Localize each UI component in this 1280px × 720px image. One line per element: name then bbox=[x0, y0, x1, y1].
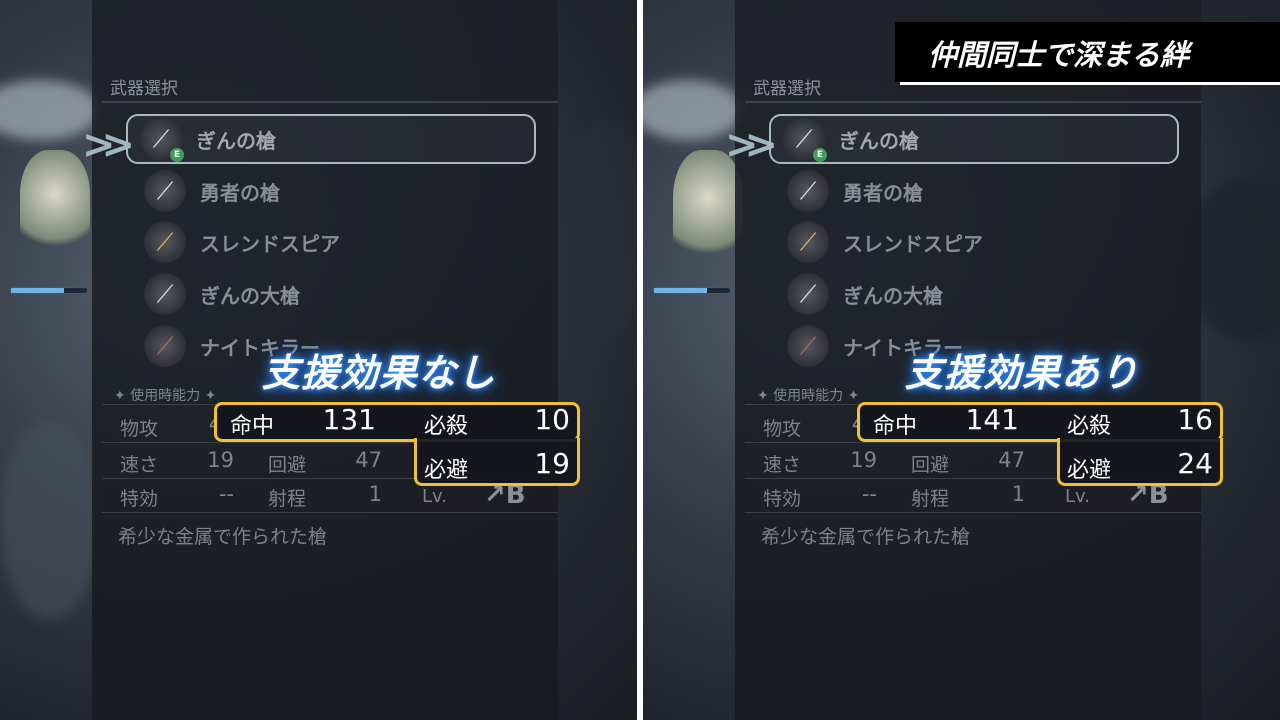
menu-title-divider bbox=[745, 101, 1201, 103]
crit-label: 必殺 bbox=[424, 414, 469, 439]
weapon-item-slender-spear[interactable]: ⟋ スレンドスピア bbox=[132, 218, 532, 266]
avo-label: 回避 bbox=[268, 454, 307, 476]
lv-label: Lv. bbox=[1065, 486, 1091, 507]
weapon-name: スレンドスピア bbox=[200, 231, 340, 256]
selection-cursor-icon: >> bbox=[82, 122, 135, 168]
capability-header: ✦ 使用時能力 ✦ bbox=[114, 388, 217, 404]
avo-value: 47 bbox=[355, 448, 382, 472]
spd-label: 速さ bbox=[120, 454, 159, 476]
dodge-label: 必避 bbox=[1067, 458, 1112, 483]
eff-label: 特効 bbox=[763, 488, 802, 510]
spd-value: 19 bbox=[207, 448, 234, 472]
capability-header: ✦ 使用時能力 ✦ bbox=[757, 388, 860, 404]
atk-label: 物攻 bbox=[763, 418, 802, 440]
gold-spear-icon: ⟋ bbox=[787, 221, 829, 263]
avo-value: 47 bbox=[998, 448, 1025, 472]
corner-caption-text: 仲間同士で深まる絆 bbox=[928, 38, 1190, 72]
dodge-label: 必避 bbox=[424, 458, 469, 483]
hit-value: 131 bbox=[322, 403, 376, 436]
menu-title: 武器選択 bbox=[110, 79, 178, 99]
rng-label: 射程 bbox=[911, 488, 950, 510]
weapon-name: ぎんの槍 bbox=[196, 128, 276, 153]
stats-divider bbox=[745, 512, 1201, 513]
great-spear-icon: ⟋ bbox=[144, 273, 186, 315]
weapon-name: 勇者の槍 bbox=[200, 180, 280, 205]
eff-value: -- bbox=[861, 482, 877, 506]
weapon-name: スレンドスピア bbox=[843, 231, 983, 256]
knightkiller-icon: ⟋ bbox=[787, 325, 829, 367]
corner-caption-underline bbox=[900, 82, 1280, 85]
lv-label: Lv. bbox=[422, 486, 448, 507]
ally-hp-bar bbox=[653, 287, 731, 294]
crit-label: 必殺 bbox=[1067, 414, 1112, 439]
equipped-badge: E bbox=[170, 148, 184, 162]
hit-label: 命中 bbox=[873, 414, 918, 439]
ally-unit-sprite bbox=[20, 150, 90, 260]
stats-divider bbox=[102, 512, 558, 513]
atk-label: 物攻 bbox=[120, 418, 159, 440]
spear-icon: ⟋ E bbox=[783, 118, 827, 162]
support-effect-caption: 支援効果あり bbox=[905, 351, 1140, 395]
equipped-badge: E bbox=[813, 148, 827, 162]
weapon-name: ぎんの大槍 bbox=[200, 283, 300, 308]
great-spear-icon: ⟋ bbox=[787, 273, 829, 315]
rng-value: 1 bbox=[368, 482, 382, 506]
hit-value: 141 bbox=[965, 403, 1019, 436]
eff-label: 特効 bbox=[120, 488, 159, 510]
gold-spear-icon: ⟋ bbox=[144, 221, 186, 263]
crit-value: 10 bbox=[534, 403, 570, 436]
selection-cursor-icon: >> bbox=[725, 122, 778, 168]
weapon-item-silver-greatlance[interactable]: ⟋ ぎんの大槍 bbox=[775, 270, 1175, 318]
weapon-name: ぎんの槍 bbox=[839, 128, 919, 153]
avo-label: 回避 bbox=[911, 454, 950, 476]
dodge-value: 19 bbox=[534, 447, 570, 480]
menu-title: 武器選択 bbox=[753, 79, 821, 99]
support-effect-caption: 支援効果なし bbox=[262, 351, 497, 395]
knightkiller-icon: ⟋ bbox=[144, 325, 186, 367]
ally-hp-bar bbox=[10, 287, 88, 294]
hit-label: 命中 bbox=[230, 414, 275, 439]
eff-value: -- bbox=[218, 482, 234, 506]
ally-unit-sprite bbox=[673, 150, 743, 270]
comparison-panel-with-support: 武器選択 >> ⟋ E ぎんの槍 ⟋ 勇者の槍 ⟋ スレンドスピア ⟋ ぎんの大槍… bbox=[643, 0, 1280, 720]
weapon-item-slender-spear[interactable]: ⟋ スレンドスピア bbox=[775, 218, 1175, 266]
dodge-value: 24 bbox=[1177, 447, 1213, 480]
weapon-item-brave-lance[interactable]: ⟋ 勇者の槍 bbox=[775, 167, 1175, 215]
weapon-description: 希少な金属で作られた槍 bbox=[118, 526, 328, 548]
rng-value: 1 bbox=[1011, 482, 1025, 506]
crit-value: 16 bbox=[1177, 403, 1213, 436]
weapon-item-silver-lance[interactable]: ⟋ E ぎんの槍 bbox=[126, 114, 536, 164]
spear-icon: ⟋ E bbox=[140, 118, 184, 162]
weapon-name: 勇者の槍 bbox=[843, 180, 923, 205]
spear-icon: ⟋ bbox=[144, 170, 186, 212]
weapon-item-brave-lance[interactable]: ⟋ 勇者の槍 bbox=[132, 167, 532, 215]
spd-label: 速さ bbox=[763, 454, 802, 476]
weapon-name: ぎんの大槍 bbox=[843, 283, 943, 308]
comparison-panel-without-support: 武器選択 >> ⟋ E ぎんの槍 ⟋ 勇者の槍 ⟋ スレンドスピア ⟋ ぎんの大槍… bbox=[0, 0, 637, 720]
weapon-item-silver-greatlance[interactable]: ⟋ ぎんの大槍 bbox=[132, 270, 532, 318]
weapon-item-silver-lance[interactable]: ⟋ E ぎんの槍 bbox=[769, 114, 1179, 164]
menu-title-divider bbox=[102, 101, 558, 103]
weapon-description: 希少な金属で作られた槍 bbox=[761, 526, 971, 548]
spd-value: 19 bbox=[850, 448, 877, 472]
spear-icon: ⟋ bbox=[787, 170, 829, 212]
rng-label: 射程 bbox=[268, 488, 307, 510]
